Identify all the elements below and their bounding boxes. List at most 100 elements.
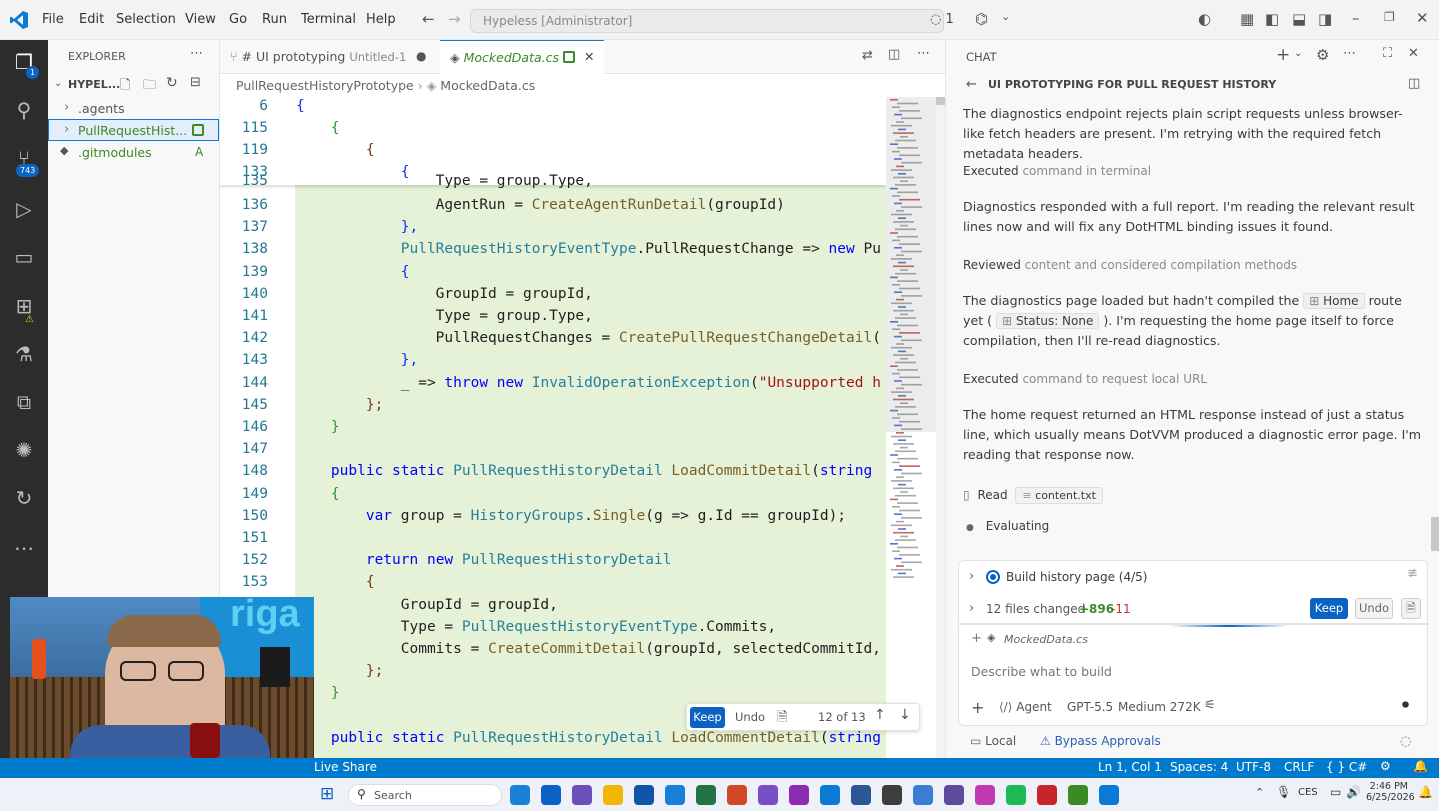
copilot-icon[interactable]: ⚙ (1380, 759, 1391, 773)
menu-help[interactable]: Help (366, 12, 396, 27)
toggle-panel-icon[interactable]: ⬓ (1292, 10, 1306, 28)
forward-arrow-icon[interactable]: → (448, 10, 461, 28)
tab-ui-prototyping[interactable]: ⑂ # UI prototyping Untitled-1 ● (220, 40, 432, 74)
arrow-down-icon[interactable]: ↓ (899, 707, 911, 723)
taskbar-app-icon[interactable] (882, 785, 902, 805)
taskbar-app-icon[interactable] (913, 785, 933, 805)
chevron-down-icon[interactable]: ⌄ (54, 78, 62, 89)
language-mode[interactable]: { } C# (1326, 760, 1367, 774)
menu-selection[interactable]: Selection (116, 12, 176, 27)
diff-file-icon[interactable]: 🗎 (777, 708, 787, 730)
list-item[interactable]: › PullRequestHist... (48, 119, 219, 141)
scrollbar[interactable] (936, 97, 945, 758)
live-share-icon[interactable]: ↻ (10, 484, 38, 512)
undo-button[interactable]: Undo (735, 710, 765, 724)
remote-explorer-icon[interactable]: ▭ (10, 243, 38, 271)
new-chat-icon[interactable]: + (1276, 45, 1290, 65)
chevron-down-icon[interactable]: ⌄ (1001, 10, 1010, 23)
compare-icon[interactable]: ⇄ (862, 48, 873, 63)
volume-icon[interactable]: 🔊 (1346, 785, 1361, 799)
extensions-icon[interactable]: ⊞ ⚠ (10, 292, 38, 325)
taskbar-app-icon[interactable] (758, 785, 778, 805)
minimize-icon[interactable]: – (1352, 9, 1360, 27)
taskbar-app-icon[interactable] (696, 785, 716, 805)
context-chip[interactable]: ⊞ Home (1303, 293, 1365, 309)
taskbar-app-icon[interactable] (944, 785, 964, 805)
scrollbar[interactable] (1431, 517, 1439, 551)
taskbar-app-icon[interactable] (665, 785, 685, 805)
taskbar-app-icon[interactable] (820, 785, 840, 805)
notification-icon[interactable]: 🔔 (1418, 785, 1433, 799)
keyboard-language[interactable]: CES (1298, 787, 1318, 798)
tab-mocked-data[interactable]: ◈ MockedData.cs ✕ (440, 40, 604, 75)
search-icon[interactable]: ⚲ (10, 96, 38, 124)
new-file-icon[interactable]: 🗋 (120, 76, 130, 98)
collapse-all-icon[interactable]: ⊟ (190, 75, 201, 90)
network-icon[interactable]: ▭ (1330, 785, 1341, 799)
refresh-icon[interactable]: ↻ (166, 75, 178, 91)
microphone-icon[interactable]: 🎙 (1276, 785, 1291, 799)
toggle-secondary-sidebar-icon[interactable]: ◨ (1318, 10, 1332, 28)
breadcrumb-folder[interactable]: PullRequestHistoryPrototype (236, 78, 414, 93)
approvals-picker[interactable]: ⚠ Bypass Approvals (1040, 734, 1161, 748)
taskbar-app-icon[interactable] (1006, 785, 1026, 805)
containers-icon[interactable]: ⧉ (10, 388, 38, 416)
bell-icon[interactable]: 🔔 (1413, 759, 1428, 773)
attached-file[interactable]: MockedData.cs (1004, 633, 1088, 646)
keep-button[interactable]: Keep (690, 707, 725, 728)
workspace-root[interactable]: HYPEL... (68, 78, 120, 91)
taskbar-app-icon[interactable] (789, 785, 809, 805)
more-actions-icon[interactable]: ⋯ (1343, 46, 1356, 61)
chat-input[interactable]: Describe what to build (971, 664, 1112, 679)
list-item[interactable]: ◆ .gitmodules A (48, 141, 220, 163)
taskbar-app-icon[interactable] (603, 785, 623, 805)
tools-icon[interactable]: ⚟ (1204, 698, 1216, 713)
mode-picker[interactable]: ⟨/⟩ Agent (999, 700, 1052, 714)
taskbar-app-icon[interactable] (572, 785, 592, 805)
add-context-icon[interactable]: + (971, 631, 982, 646)
breadcrumb-file[interactable]: MockedData.cs (440, 78, 535, 93)
taskbar-app-icon[interactable] (510, 785, 530, 805)
taskbar-app-icon[interactable] (975, 785, 995, 805)
accounts-status[interactable]: ◌ 1 (930, 12, 954, 27)
split-editor-icon[interactable]: ◫ (888, 47, 900, 62)
chevron-down-icon[interactable]: ⌄ (1294, 48, 1302, 59)
context-chip[interactable]: ⊞ Status: None (996, 313, 1100, 329)
run-debug-icon[interactable]: ▷ (10, 195, 38, 223)
new-folder-icon[interactable]: 🗀 (143, 76, 156, 98)
more-actions-icon[interactable]: ⋯ (917, 46, 930, 61)
file-chip[interactable]: ≡ content.txt (1015, 487, 1103, 504)
menu-go[interactable]: Go (229, 12, 247, 27)
minimap[interactable] (886, 97, 936, 758)
back-arrow-icon[interactable]: ← (966, 77, 977, 92)
close-icon[interactable]: ✕ (1408, 46, 1419, 61)
back-arrow-icon[interactable]: ← (422, 10, 435, 28)
undo-button[interactable]: Undo (1355, 598, 1393, 619)
menu-terminal[interactable]: Terminal (301, 12, 356, 27)
gear-icon[interactable]: ⚙ (1316, 46, 1329, 64)
kubernetes-icon[interactable]: ✺ (10, 436, 38, 464)
more-icon[interactable]: ⋯ (10, 534, 38, 562)
close-icon[interactable]: ✕ (584, 49, 594, 64)
unsaved-dot-icon[interactable]: ● (416, 49, 426, 63)
chevron-right-icon[interactable]: › (969, 569, 974, 584)
taskbar-app-icon[interactable] (634, 785, 654, 805)
chevron-right-icon[interactable]: › (969, 601, 974, 616)
windows-start-icon[interactable]: ⊞ (320, 784, 334, 804)
taskbar-app-icon[interactable] (851, 785, 871, 805)
more-actions-icon[interactable]: ⋯ (190, 46, 203, 61)
add-icon[interactable]: + (971, 698, 984, 717)
view-diff-icon[interactable]: 🗎 (1401, 598, 1421, 619)
source-control-icon[interactable]: ⑂ 743 (10, 144, 40, 177)
close-window-icon[interactable]: ✕ (1416, 9, 1429, 27)
customize-layout-icon[interactable]: ▦ (1240, 10, 1254, 28)
location-picker[interactable]: ▭ Local (970, 734, 1016, 748)
restore-icon[interactable]: ❐ (1384, 10, 1395, 24)
cursor-position[interactable]: Ln 1, Col 1 (1098, 760, 1162, 774)
command-center[interactable]: Hypeless [Administrator] (470, 9, 944, 33)
sticky-scroll[interactable]: 6{115 {119 {133 { (220, 97, 886, 185)
arrow-up-icon[interactable]: ↑ (874, 707, 886, 723)
todo-title[interactable]: Build history page (4/5) (1006, 570, 1148, 584)
taskbar-app-icon[interactable] (1068, 785, 1088, 805)
toggle-sessions-icon[interactable]: ◫ (1408, 76, 1420, 91)
